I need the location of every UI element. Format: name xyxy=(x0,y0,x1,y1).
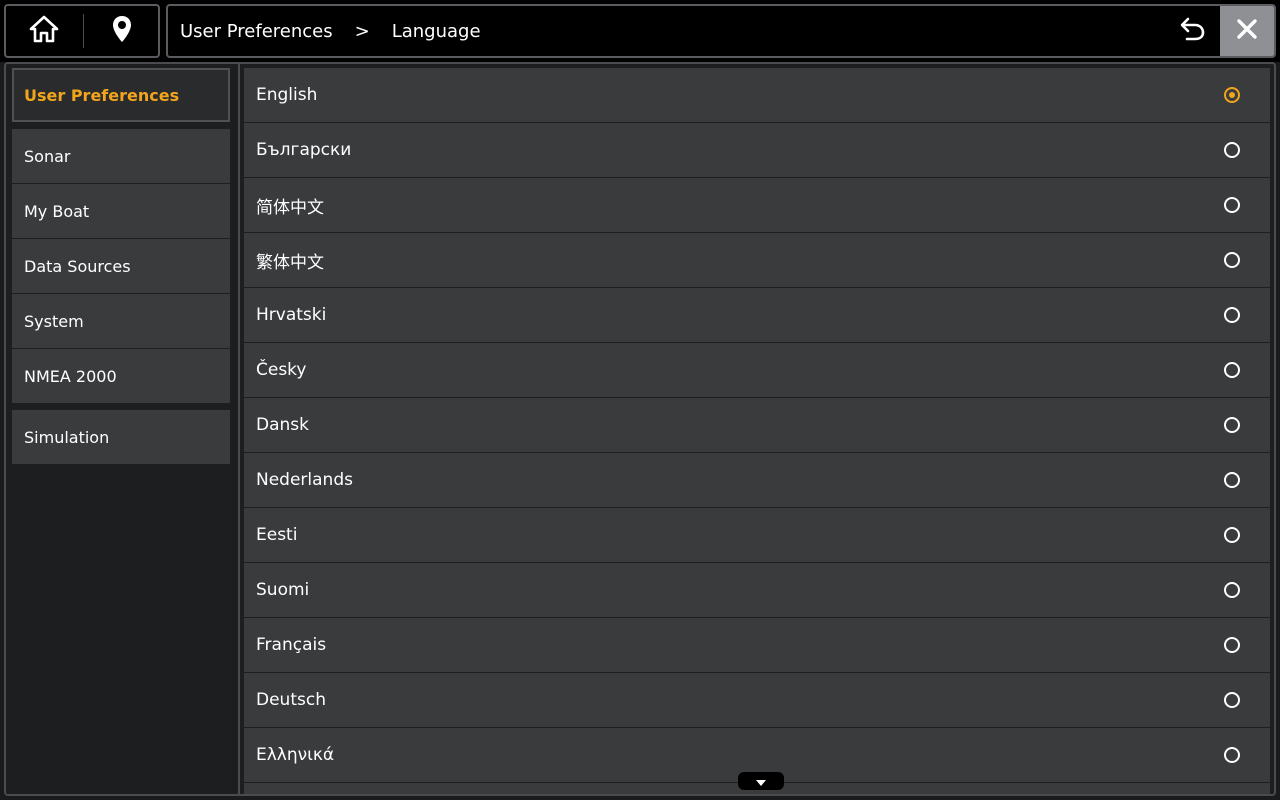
language-label: Deutsch xyxy=(256,690,326,710)
radio-icon[interactable] xyxy=(1224,417,1240,433)
radio-icon[interactable] xyxy=(1224,252,1240,268)
language-label: Hrvatski xyxy=(256,305,327,325)
sidebar-item-my-boat[interactable]: My Boat xyxy=(12,184,230,238)
language-label: 简体中文 xyxy=(256,197,324,218)
sidebar-item-system[interactable]: System xyxy=(12,294,230,348)
language-label: Български xyxy=(256,140,352,160)
radio-icon[interactable] xyxy=(1224,582,1240,598)
undo-icon xyxy=(1179,16,1207,46)
radio-selected-icon[interactable] xyxy=(1224,87,1240,103)
map-pin-icon xyxy=(112,15,132,47)
sidebar-item-data-sources[interactable]: Data Sources xyxy=(12,239,230,293)
sidebar-divider xyxy=(238,64,240,794)
sidebar-item-label: System xyxy=(24,311,84,331)
breadcrumb-bar: User Preferences > Language xyxy=(166,4,1276,58)
radio-icon[interactable] xyxy=(1224,692,1240,708)
language-option-french[interactable]: Français xyxy=(244,618,1270,672)
breadcrumb-language: Language xyxy=(391,20,481,42)
language-option-czech[interactable]: Česky xyxy=(244,343,1270,397)
language-label: Dansk xyxy=(256,415,309,435)
language-option-croatian[interactable]: Hrvatski xyxy=(244,288,1270,342)
back-button[interactable] xyxy=(1166,6,1220,56)
language-label: Nederlands xyxy=(256,470,353,490)
chevron-down-icon xyxy=(755,772,767,791)
language-option-dutch[interactable]: Nederlands xyxy=(244,453,1270,507)
radio-icon[interactable] xyxy=(1224,142,1240,158)
location-button[interactable] xyxy=(84,6,160,56)
sidebar-item-label: My Boat xyxy=(24,201,90,221)
sidebar-item-label: User Preferences xyxy=(24,85,180,105)
language-option-estonian[interactable]: Eesti xyxy=(244,508,1270,562)
language-list[interactable]: English Български 简体中文 繁体中文 Hrvatski Čes… xyxy=(244,68,1270,794)
close-button[interactable] xyxy=(1220,6,1274,56)
nav-buttons xyxy=(4,4,160,58)
language-label: Suomi xyxy=(256,580,310,600)
language-option-german[interactable]: Deutsch xyxy=(244,673,1270,727)
language-option-finnish[interactable]: Suomi xyxy=(244,563,1270,617)
scroll-down-button[interactable] xyxy=(738,772,784,790)
language-label: 繁体中文 xyxy=(256,252,324,273)
radio-icon[interactable] xyxy=(1224,747,1240,763)
sidebar-item-user-preferences[interactable]: User Preferences xyxy=(12,68,230,122)
language-label: Česky xyxy=(256,360,307,380)
radio-icon[interactable] xyxy=(1224,362,1240,378)
sidebar-item-label: Sonar xyxy=(24,146,71,166)
sidebar-item-label: NMEA 2000 xyxy=(24,366,117,386)
radio-icon[interactable] xyxy=(1224,527,1240,543)
home-icon xyxy=(29,15,59,47)
sidebar-item-label: Data Sources xyxy=(24,256,131,276)
language-option-english[interactable]: English xyxy=(244,68,1270,122)
language-option-bulgarian[interactable]: Български xyxy=(244,123,1270,177)
sidebar: User Preferences Sonar My Boat Data Sour… xyxy=(6,64,238,794)
radio-icon[interactable] xyxy=(1224,307,1240,323)
top-bar: User Preferences > Language xyxy=(0,0,1280,62)
radio-icon[interactable] xyxy=(1224,197,1240,213)
language-option-danish[interactable]: Dansk xyxy=(244,398,1270,452)
close-icon xyxy=(1236,18,1258,44)
sidebar-item-sonar[interactable]: Sonar xyxy=(12,129,230,183)
language-label: Ελληνικά xyxy=(256,745,335,765)
language-label: Eesti xyxy=(256,525,298,545)
sidebar-item-label: Simulation xyxy=(24,427,110,447)
language-option-simplified-chinese[interactable]: 简体中文 xyxy=(244,178,1270,232)
breadcrumb-separator: > xyxy=(354,20,370,42)
sidebar-item-nmea-2000[interactable]: NMEA 2000 xyxy=(12,349,230,403)
settings-panel: User Preferences Sonar My Boat Data Sour… xyxy=(4,62,1276,796)
language-label: Français xyxy=(256,635,327,655)
language-option-traditional-chinese[interactable]: 繁体中文 xyxy=(244,233,1270,287)
home-button[interactable] xyxy=(6,6,82,56)
sidebar-item-simulation[interactable]: Simulation xyxy=(12,410,230,464)
breadcrumb: User Preferences > Language xyxy=(180,6,481,56)
breadcrumb-user-preferences[interactable]: User Preferences xyxy=(180,21,333,42)
language-label: English xyxy=(256,85,318,105)
radio-icon[interactable] xyxy=(1224,472,1240,488)
radio-icon[interactable] xyxy=(1224,637,1240,653)
